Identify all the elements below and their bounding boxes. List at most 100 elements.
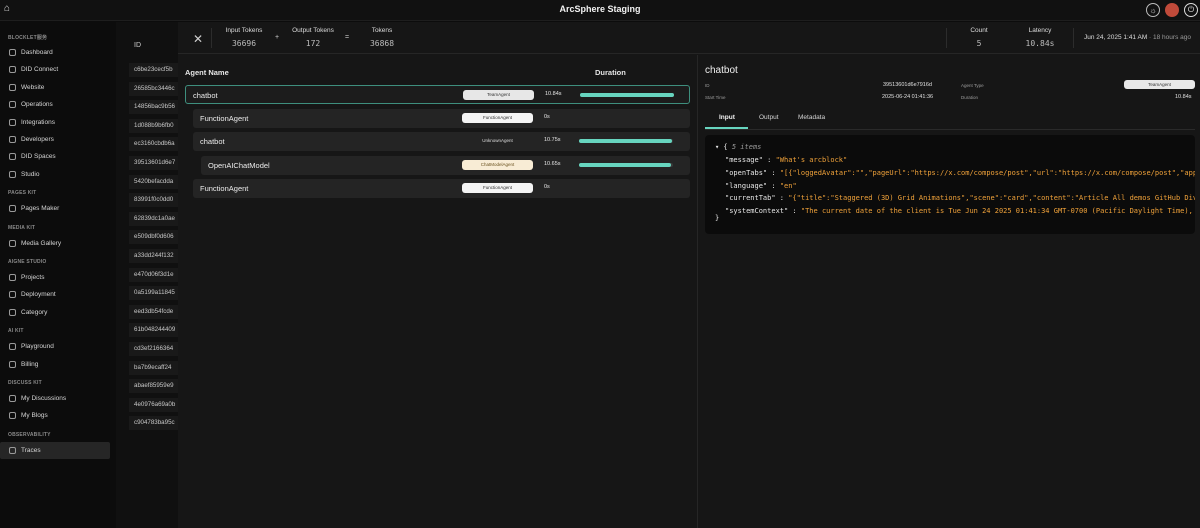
duration-bar-fill (580, 93, 674, 97)
json-key: "systemContext" (725, 207, 789, 216)
trace-list-row[interactable]: 26585bc3446c (129, 81, 178, 96)
sidebar-item-playground[interactable]: Playground (0, 338, 110, 355)
trace-list-row[interactable]: 14856bac9b56 (129, 100, 178, 115)
trace-list-row[interactable]: abaef85959e9 (129, 379, 178, 394)
sidebar-item-developers[interactable]: Developers (0, 131, 110, 148)
json-value: "en" (779, 181, 797, 190)
plus-sign: + (275, 34, 280, 41)
duration-bar (579, 162, 673, 167)
close-icon[interactable]: ✕ (193, 32, 203, 46)
duration-value: 10.84s (1175, 94, 1192, 100)
trace-list-row[interactable]: 62839dc1a0ae (129, 211, 178, 226)
trace-list-row[interactable]: c6be23cecf5b (129, 63, 178, 77)
json-key: "currentTab" (725, 194, 776, 203)
trace-list-row[interactable]: 83991f0c0dd0 (129, 193, 178, 208)
trace-list-row[interactable]: 39513601d6e7 (129, 156, 178, 170)
category-icon (9, 308, 16, 316)
avatar[interactable] (1165, 3, 1179, 17)
sidebar-item-media-gallery[interactable]: Media Gallery (0, 235, 110, 252)
sidebar-item-studio[interactable]: Studio (0, 166, 110, 183)
sidebar-item-label: Billing (21, 360, 39, 368)
trace-list-row[interactable]: eed3db54fcde (129, 304, 178, 319)
duration-header: Duration (595, 68, 626, 77)
sidebar-item-label: DID Spaces (21, 153, 56, 161)
id-label: ID (705, 83, 710, 88)
id-value: 39513601d6e7916d (883, 82, 932, 88)
trace-timestamp: Jun 24, 2025 1:41 AM · 18 hours ago (1084, 34, 1191, 41)
sidebar-item-did-spaces[interactable]: DID Spaces (0, 148, 110, 165)
json-value: "[{"loggedAvatar":"","pageUrl":"https://… (779, 168, 1195, 177)
json-colon: : (767, 168, 780, 177)
tab-input[interactable]: Input (719, 114, 735, 121)
json-colon: : (775, 194, 789, 203)
trace-list-row[interactable]: e509dbf0d606 (129, 230, 178, 245)
agent-name: chatbot (193, 91, 218, 100)
trace-list-row[interactable]: 4e0976a69a0b (129, 397, 178, 412)
agent-tree-row[interactable]: OpenAIChatModel ChatModelAgent 10.65s (201, 155, 690, 175)
connect-icon (9, 66, 16, 74)
sidebar-item-pages-maker[interactable]: Pages Maker (0, 200, 110, 217)
agent-tree-row[interactable]: FunctionAgent FunctionAgent 0s (193, 179, 690, 199)
sidebar-item-label: Category (21, 308, 48, 316)
sidebar-item-website[interactable]: Website (0, 79, 110, 96)
billing-icon (9, 360, 16, 368)
trace-list-row[interactable]: 1d088b9b6fb0 (129, 118, 178, 133)
output-tokens-label: Output Tokens (292, 27, 334, 34)
agent-tree-row[interactable]: chatbot UnknownAgent 10.75s (193, 132, 690, 152)
tab-metadata[interactable]: Metadata (798, 114, 825, 121)
sun-icon[interactable]: ☼ (1146, 3, 1160, 17)
start-time-value: 2025-06-24 01:41:36 (882, 94, 934, 100)
latency-value: 10.84s (1025, 39, 1055, 48)
detail-title: chatbot (705, 65, 738, 76)
sidebar-item-label: Traces (21, 446, 41, 454)
json-close-brace: } (715, 214, 720, 222)
trace-list-row[interactable]: e470d06f3d1e (129, 267, 178, 282)
sidebar-item-label: Playground (21, 343, 54, 351)
studio-icon (9, 170, 16, 178)
sidebar-item-category[interactable]: Category (0, 304, 110, 321)
sidebar-item-projects[interactable]: Projects (0, 269, 110, 286)
json-key: "openTabs" (725, 168, 768, 177)
globe-icon (9, 83, 16, 91)
duration-bar-fill (579, 162, 672, 167)
sidebar-item-operations[interactable]: Operations (0, 96, 110, 113)
duration-label: Duration (961, 95, 979, 100)
sidebar-item-integrations[interactable]: Integrations (0, 114, 110, 131)
sidebar-item-dashboard[interactable]: Dashboard (0, 44, 110, 61)
agent-type-badge: FunctionAgent (462, 183, 533, 194)
sidebar-item-label: Projects (21, 274, 45, 281)
top-bar: ⌂ ArcSphere Staging ☼ ⏻ (0, 0, 1200, 21)
json-item-count: 5 items (731, 143, 762, 151)
sidebar-item-did-connect[interactable]: DID Connect (0, 61, 110, 78)
agent-type-badge: UnknownAgent (482, 138, 513, 144)
trace-list-row[interactable]: 61b048244409 (129, 323, 178, 338)
trace-list-row[interactable]: c904783ba95c (129, 416, 178, 431)
sidebar-item-billing[interactable]: Billing (0, 356, 110, 373)
trace-list-row[interactable]: cd3ef2166364 (129, 342, 178, 356)
pages-icon (9, 205, 16, 213)
trace-list-row[interactable]: 5420befacdda (129, 174, 178, 189)
equals-sign: = (345, 34, 350, 41)
trace-list-row[interactable]: a33dd244f132 (129, 249, 178, 263)
agent-name: FunctionAgent (200, 113, 249, 123)
agent-type-badge: FunctionAgent (462, 112, 533, 123)
latency-label: Latency (1028, 27, 1052, 34)
sidebar-item-my-discussions[interactable]: My Discussions (0, 390, 110, 407)
agent-tree-row[interactable]: chatbot TeamAgent 10.84s (185, 85, 690, 104)
sidebar-item-label: Pages Maker (21, 205, 60, 213)
blog-icon (9, 412, 16, 420)
sidebar-item-traces[interactable]: Traces (0, 441, 110, 459)
tab-output[interactable]: Output (759, 114, 779, 121)
agent-tree-row[interactable]: FunctionAgent FunctionAgent 0s (193, 108, 690, 128)
json-entry: "currentTab" : "{"title":"Staggered (3D)… (725, 194, 1195, 202)
sidebar-item-my-blogs[interactable]: My Blogs (0, 407, 110, 424)
json-key: "language" (725, 181, 768, 190)
trace-list-row[interactable]: ba7b9ecaff24 (129, 360, 178, 375)
trace-list-row[interactable]: 0a5199a11845 (129, 286, 178, 301)
sidebar-item-deployment[interactable]: Deployment (0, 286, 110, 303)
collapse-caret-icon[interactable]: ▾ { (715, 143, 728, 151)
agent-tree: Agent Name Duration chatbot TeamAgent 10.8… (178, 55, 697, 528)
cloud-icon (9, 153, 16, 161)
trace-list-row[interactable]: ec3160cbdb6a (129, 137, 178, 152)
power-icon[interactable]: ⏻ (1184, 3, 1198, 17)
